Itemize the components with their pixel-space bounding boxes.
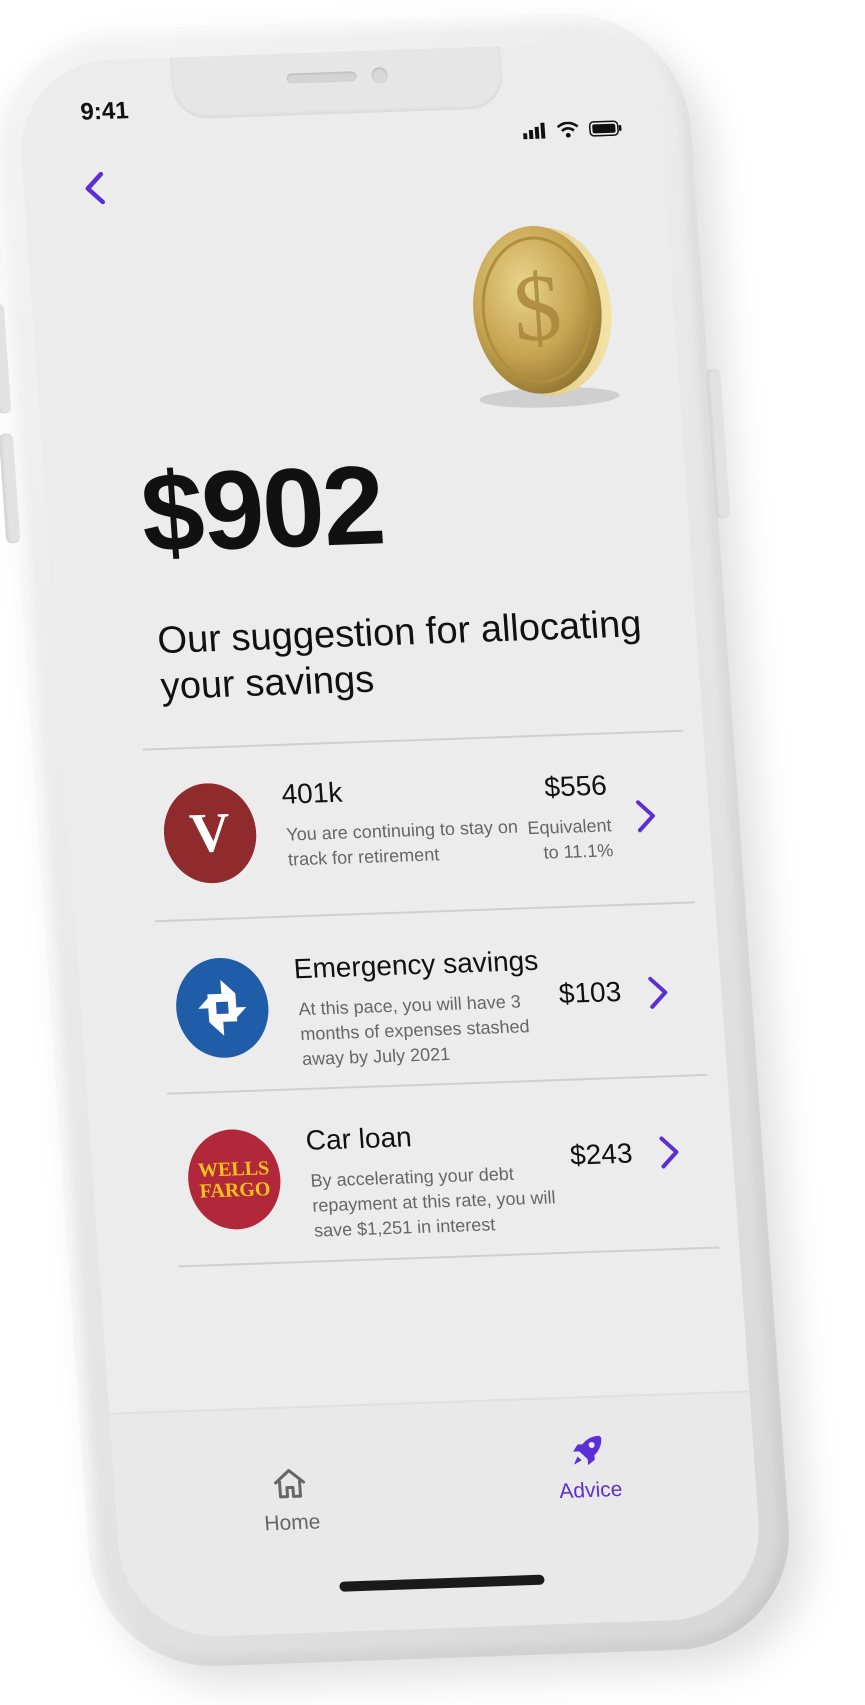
wells-fargo-logo: WELLS FARGO bbox=[184, 1127, 284, 1231]
chevron-right-icon bbox=[635, 800, 655, 833]
svg-text:$: $ bbox=[509, 253, 564, 361]
power-button bbox=[705, 368, 731, 519]
back-button[interactable] bbox=[74, 168, 117, 209]
speaker bbox=[286, 71, 357, 84]
signal-icon bbox=[523, 122, 546, 140]
volume-down-button bbox=[0, 433, 21, 544]
volume-up-button bbox=[0, 303, 12, 414]
tab-label: Advice bbox=[558, 1477, 624, 1504]
savings-amount: $902 bbox=[137, 442, 388, 576]
allocation-amount: $243 bbox=[569, 1137, 634, 1171]
screen: 9:41 $ $902 Our suggestion for allocatin… bbox=[14, 40, 766, 1640]
tab-label: Home bbox=[263, 1510, 322, 1536]
tab-bar: Home Advice bbox=[109, 1390, 766, 1640]
allocation-title: Car loan bbox=[304, 1121, 413, 1156]
tab-advice[interactable]: Advice bbox=[527, 1430, 652, 1505]
chase-logo bbox=[172, 956, 272, 1060]
allocation-title: 401k bbox=[280, 776, 344, 810]
wifi-icon bbox=[556, 121, 579, 138]
allocation-amount: $556 bbox=[543, 769, 608, 803]
battery-icon bbox=[588, 120, 622, 137]
allocation-row-401k[interactable]: V 401k You are continuing to stay on tra… bbox=[144, 745, 684, 913]
mute-switch bbox=[0, 203, 1, 265]
allocation-amount: $103 bbox=[557, 975, 623, 1010]
chevron-right-icon bbox=[648, 976, 668, 1009]
allocation-row-emergency-savings[interactable]: Emergency savings At this pace, you will… bbox=[156, 920, 696, 1088]
allocation-note: Equivalent to 11.1% bbox=[526, 815, 614, 863]
front-camera bbox=[371, 67, 389, 84]
chevron-right-icon bbox=[659, 1136, 679, 1169]
status-icons bbox=[522, 120, 623, 140]
chevron-left-icon bbox=[85, 171, 106, 205]
vanguard-logo: V bbox=[160, 781, 260, 885]
allocation-row-car-loan[interactable]: WELLS FARGO Car loan By accelerating you… bbox=[168, 1091, 708, 1259]
home-icon bbox=[274, 1469, 306, 1499]
suggestion-heading: Our suggestion for allocating your savin… bbox=[156, 603, 643, 708]
home-indicator bbox=[339, 1574, 545, 1592]
status-time: 9:41 bbox=[79, 97, 130, 126]
rocket-icon bbox=[573, 1435, 602, 1466]
allocation-description: You are continuing to stay on track for … bbox=[285, 816, 519, 870]
notch bbox=[169, 46, 505, 120]
allocation-description: By accelerating your debt repayment at t… bbox=[309, 1163, 557, 1241]
phone-frame: 9:41 $ $902 Our suggestion for allocatin… bbox=[0, 9, 798, 1671]
allocation-description: At this pace, you will have 3 months of … bbox=[297, 991, 531, 1070]
tab-home[interactable]: Home bbox=[228, 1464, 353, 1537]
dollar-coin-icon: $ bbox=[457, 217, 620, 412]
allocation-title: Emergency savings bbox=[292, 944, 540, 985]
stage: 9:41 $ $902 Our suggestion for allocatin… bbox=[0, 0, 865, 1705]
